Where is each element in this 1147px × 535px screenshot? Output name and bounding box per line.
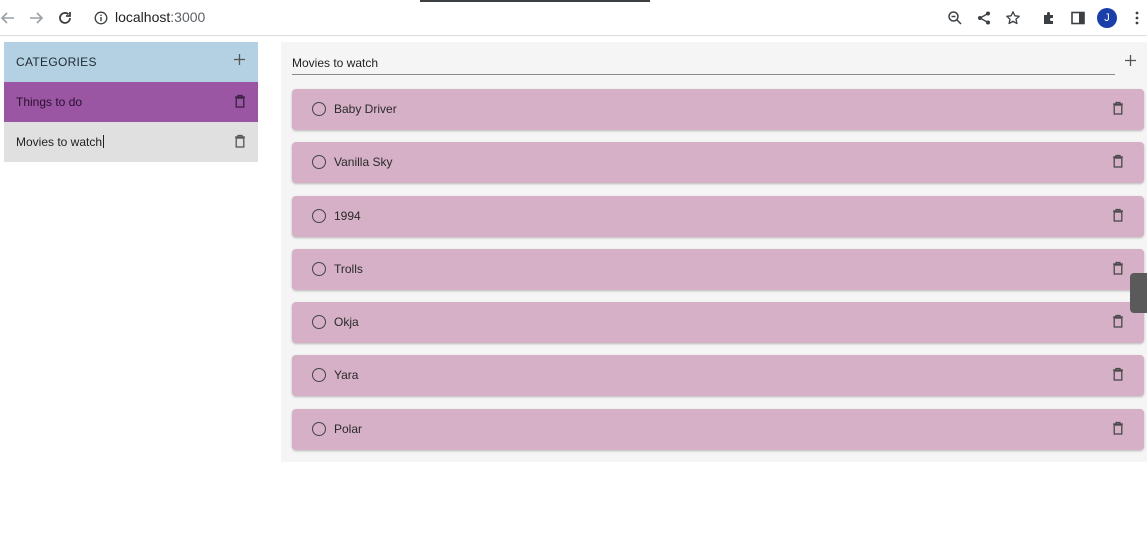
back-icon[interactable] bbox=[0, 8, 18, 28]
side-panel-icon[interactable] bbox=[1068, 8, 1088, 28]
category-edit-field[interactable]: Movies to watch bbox=[16, 135, 105, 149]
checkbox-circle-icon[interactable] bbox=[312, 368, 326, 382]
item-label: Baby Driver bbox=[334, 102, 397, 116]
checkbox-circle-icon[interactable] bbox=[312, 102, 326, 116]
categories-sidebar: CATEGORIES Things to do Movies to watch bbox=[4, 42, 258, 162]
delete-item-icon[interactable] bbox=[1112, 101, 1124, 120]
checkbox-circle-icon[interactable] bbox=[312, 262, 326, 276]
category-label: Things to do bbox=[16, 95, 83, 109]
url-host: localhost bbox=[115, 9, 171, 25]
delete-category-icon[interactable] bbox=[234, 134, 246, 151]
category-item-things-to-do[interactable]: Things to do bbox=[4, 82, 258, 122]
forward-icon[interactable] bbox=[26, 8, 46, 28]
list-item[interactable]: Vanilla Sky bbox=[292, 142, 1144, 183]
bookmark-star-icon[interactable] bbox=[1003, 8, 1023, 28]
delete-item-icon[interactable] bbox=[1112, 154, 1124, 173]
list-item[interactable]: Okja bbox=[292, 302, 1144, 343]
list-item[interactable]: Polar bbox=[292, 409, 1144, 450]
categories-header: CATEGORIES bbox=[4, 42, 258, 82]
more-menu-icon[interactable] bbox=[1127, 8, 1147, 28]
list-item[interactable]: 1994 bbox=[292, 196, 1144, 237]
item-label: Okja bbox=[334, 315, 359, 329]
delete-item-icon[interactable] bbox=[1112, 421, 1124, 440]
site-info-icon[interactable] bbox=[91, 8, 111, 28]
checkbox-circle-icon[interactable] bbox=[312, 422, 326, 436]
url-text[interactable]: localhost:3000 bbox=[115, 9, 205, 25]
categories-title: CATEGORIES bbox=[16, 55, 97, 69]
delete-item-icon[interactable] bbox=[1112, 261, 1124, 280]
category-name-value: Movies to watch bbox=[292, 56, 379, 70]
item-label: Vanilla Sky bbox=[334, 155, 393, 169]
zoom-icon[interactable] bbox=[945, 8, 965, 28]
tab-strip-edge bbox=[420, 0, 650, 2]
item-label: 1994 bbox=[334, 209, 361, 223]
list-item[interactable]: Yara bbox=[292, 355, 1144, 396]
checkbox-circle-icon[interactable] bbox=[312, 315, 326, 329]
add-category-icon[interactable] bbox=[233, 53, 246, 71]
text-cursor bbox=[103, 135, 105, 148]
item-label: Trolls bbox=[334, 262, 363, 276]
extensions-icon[interactable] bbox=[1039, 8, 1059, 28]
delete-item-icon[interactable] bbox=[1112, 314, 1124, 333]
url-port: :3000 bbox=[170, 9, 206, 25]
reload-icon[interactable] bbox=[55, 8, 75, 28]
category-name-input[interactable]: Movies to watch bbox=[292, 52, 1115, 75]
delete-item-icon[interactable] bbox=[1112, 208, 1124, 227]
profile-avatar[interactable]: J bbox=[1097, 8, 1117, 28]
share-icon[interactable] bbox=[974, 8, 994, 28]
category-item-movies-to-watch[interactable]: Movies to watch bbox=[4, 122, 258, 162]
delete-item-icon[interactable] bbox=[1112, 367, 1124, 386]
delete-category-icon[interactable] bbox=[234, 94, 246, 111]
list-item[interactable]: Baby Driver bbox=[292, 89, 1144, 130]
item-label: Yara bbox=[334, 368, 359, 382]
item-label: Polar bbox=[334, 422, 363, 436]
checkbox-circle-icon[interactable] bbox=[312, 209, 326, 223]
category-label: Movies to watch bbox=[16, 135, 103, 149]
list-item[interactable]: Trolls bbox=[292, 249, 1144, 290]
items-panel: Movies to watch Baby Driver Vanilla Sky … bbox=[281, 42, 1147, 462]
checkbox-circle-icon[interactable] bbox=[312, 155, 326, 169]
add-item-icon[interactable] bbox=[1124, 54, 1138, 68]
browser-toolbar: localhost:3000 J bbox=[0, 0, 1147, 36]
side-drawer-handle[interactable] bbox=[1130, 273, 1147, 313]
